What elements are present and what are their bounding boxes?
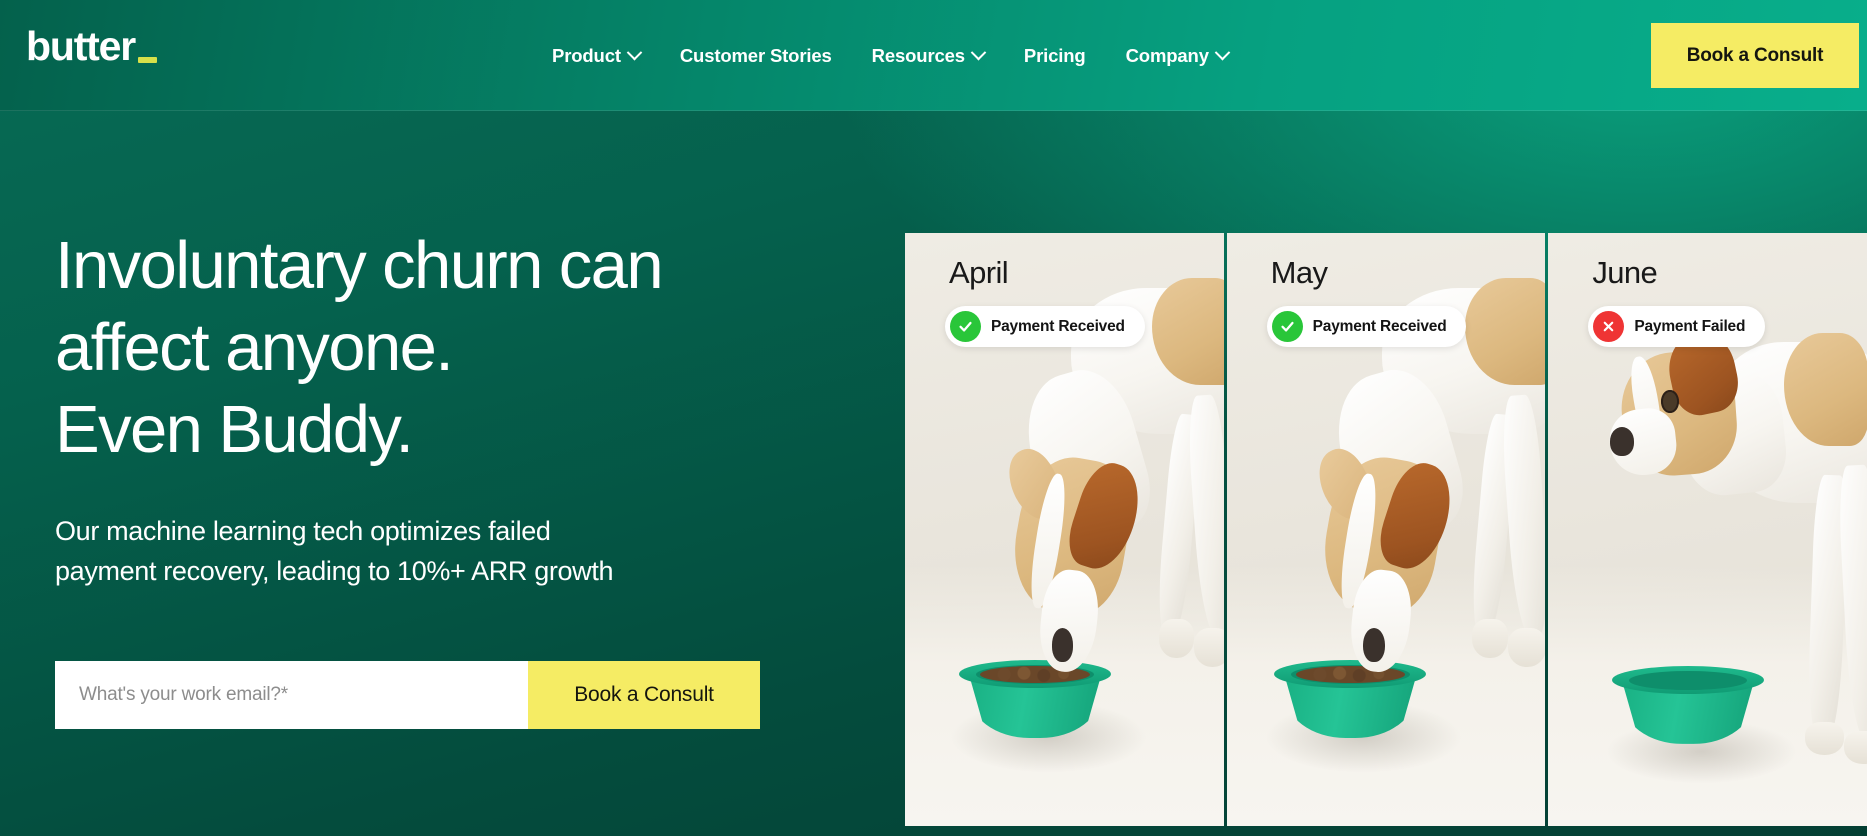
- site-header: butter Product Customer Stories Resource…: [0, 0, 1867, 111]
- nav-item-product[interactable]: Product: [552, 44, 643, 67]
- nav-item-label: Customer Stories: [679, 44, 832, 66]
- brand-logo-text: butter: [26, 23, 136, 69]
- nav-item-company[interactable]: Company: [1125, 44, 1231, 67]
- hero-subheadline: Our machine learning tech optimizes fail…: [55, 511, 755, 591]
- header-book-consult-button[interactable]: Book a Consult: [1651, 23, 1859, 88]
- dog-paw-front: [1472, 618, 1508, 658]
- chevron-down-icon: [970, 44, 987, 61]
- status-badge-label: Payment Received: [1312, 317, 1447, 335]
- dog-nose: [1362, 628, 1385, 663]
- nav-item-label: Pricing: [1023, 44, 1086, 66]
- hero-content: Involuntary churn can affect anyone. Eve…: [55, 225, 845, 729]
- dog-paw-front: [1804, 721, 1844, 755]
- panel-month-label: June: [1592, 255, 1658, 290]
- hero-headline: Involuntary churn can affect anyone. Eve…: [55, 225, 845, 471]
- status-badge-label: Payment Received: [991, 317, 1125, 335]
- dog-eye: [1661, 389, 1680, 414]
- nav-item-label: Resources: [871, 44, 965, 66]
- status-badge: Payment Received: [945, 306, 1145, 347]
- nav-item-resources[interactable]: Resources: [871, 44, 987, 67]
- dog-paw-back: [1507, 628, 1546, 668]
- work-email-input[interactable]: [55, 661, 528, 729]
- nav-item-label: Company: [1125, 44, 1209, 66]
- panel-june: June Payment Failed: [1548, 233, 1867, 826]
- check-icon: [1271, 311, 1303, 342]
- email-signup-form: Book a Consult: [55, 661, 760, 729]
- nav-item-customer-stories[interactable]: Customer Stories: [680, 45, 832, 67]
- panel-april: April Payment Received: [905, 233, 1224, 826]
- status-badge: Payment Received: [1266, 306, 1467, 347]
- panel-month-label: April: [949, 255, 1009, 290]
- check-icon: [950, 311, 981, 342]
- panel-month-label: May: [1270, 255, 1328, 290]
- status-badge-label: Payment Failed: [1634, 317, 1746, 335]
- main-navigation: Product Customer Stories Resources Prici…: [552, 0, 1231, 111]
- dog-nose: [1051, 628, 1074, 663]
- hero-page: butter Product Customer Stories Resource…: [0, 0, 1867, 836]
- hero-subheadline-line-1: Our machine learning tech optimizes fail…: [55, 516, 551, 546]
- hero-headline-line-1: Involuntary churn can: [55, 228, 664, 303]
- dog-paw-front: [1158, 618, 1194, 658]
- hero-headline-line-3: Even Buddy.: [55, 392, 414, 467]
- chevron-down-icon: [626, 44, 643, 61]
- dog-paw-back: [1193, 628, 1224, 668]
- status-badge: Payment Failed: [1588, 306, 1766, 347]
- payment-timeline-panels: April Payment Received May Payment Recei…: [905, 233, 1867, 826]
- chevron-down-icon: [1214, 44, 1231, 61]
- hero-subheadline-line-2: payment recovery, leading to 10%+ ARR gr…: [55, 556, 614, 586]
- x-icon: [1593, 311, 1625, 342]
- nav-item-pricing[interactable]: Pricing: [1024, 45, 1086, 67]
- brand-logo[interactable]: butter: [26, 26, 157, 67]
- panel-may: May Payment Received: [1226, 233, 1546, 826]
- form-book-consult-button[interactable]: Book a Consult: [528, 661, 760, 729]
- dog-figure: [1580, 304, 1867, 778]
- dog-nose: [1610, 427, 1635, 456]
- nav-item-label: Product: [552, 44, 621, 66]
- dog-paw-back: [1843, 731, 1867, 765]
- brand-logo-underscore-icon: [137, 57, 157, 63]
- hero-headline-line-2: affect anyone.: [55, 310, 454, 385]
